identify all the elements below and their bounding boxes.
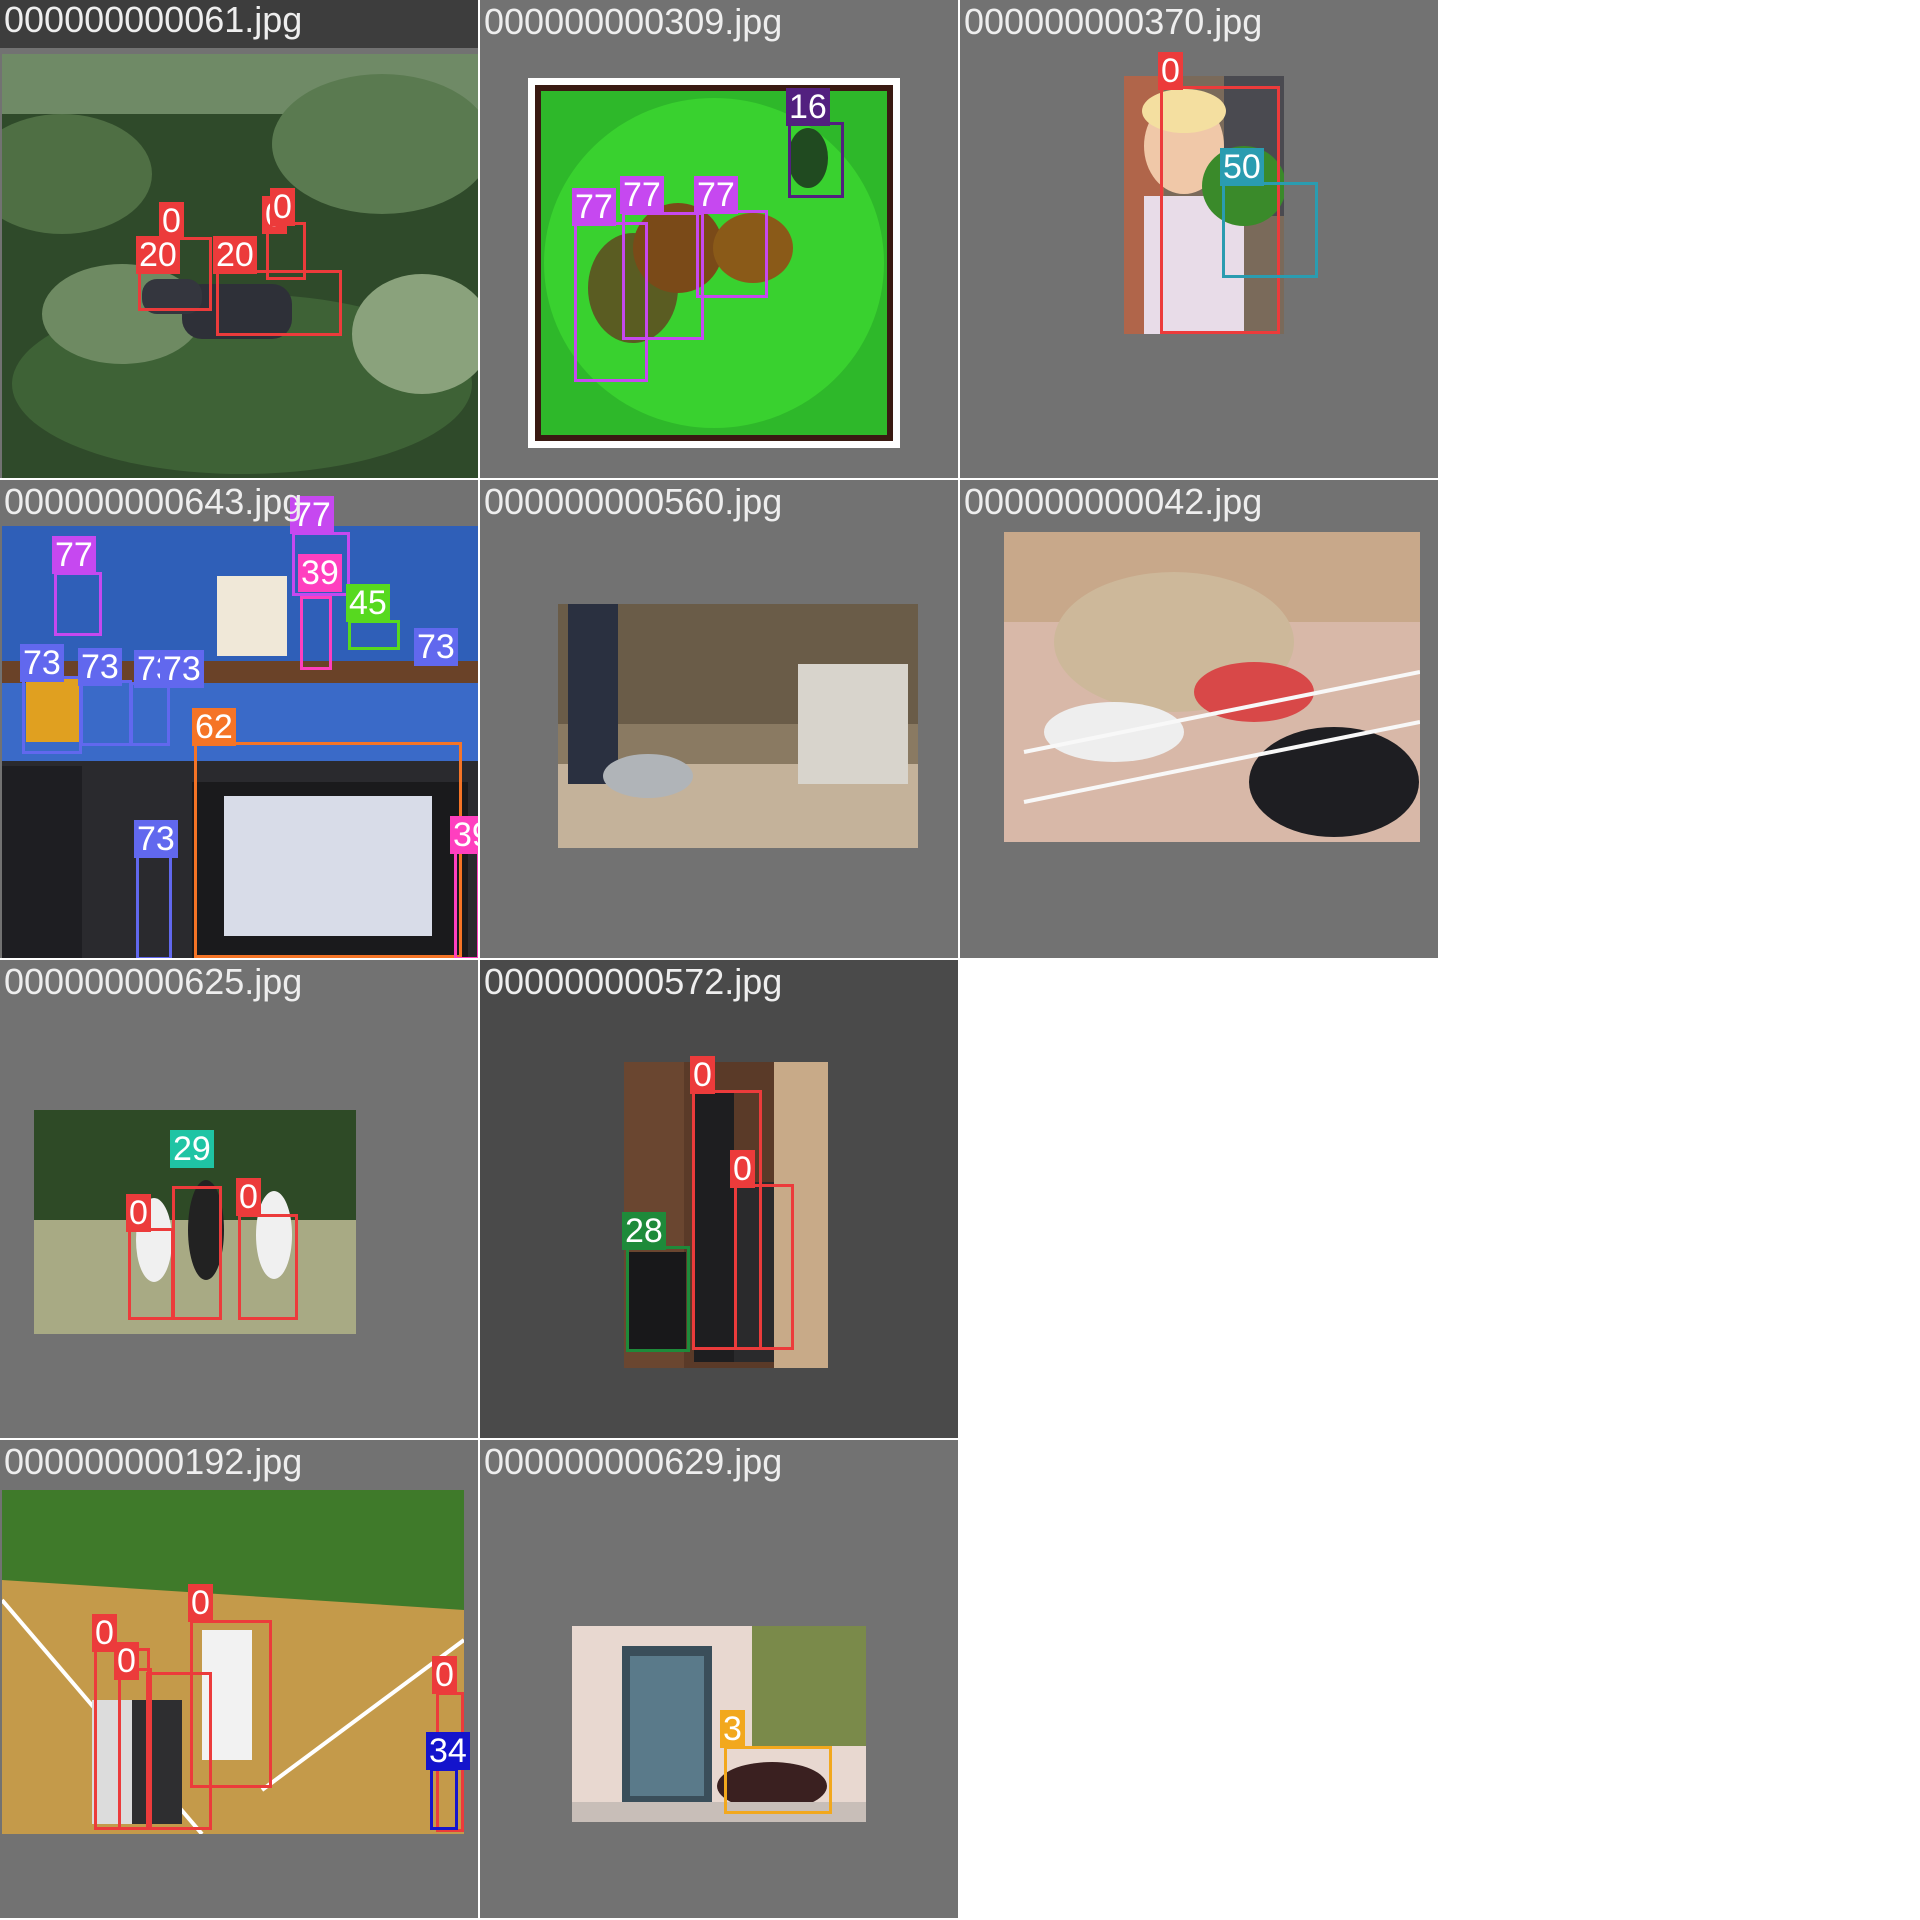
- tile-000000000625: 000000000625.jpg 0 29 0: [0, 960, 478, 1438]
- tile-000000000572: 000000000572.jpg 0 0 28: [480, 960, 958, 1438]
- bbox: [622, 212, 704, 340]
- tile-filename: 000000000309.jpg: [484, 1, 783, 42]
- class-label: 39: [298, 554, 342, 592]
- tile-filename: 000000000370.jpg: [964, 1, 1263, 42]
- tile-filename: 000000000560.jpg: [484, 481, 783, 522]
- bbox: [80, 680, 132, 746]
- class-label: 39: [450, 816, 478, 854]
- bbox: [626, 1246, 690, 1352]
- class-label: 34: [426, 1732, 470, 1770]
- class-label: 77: [620, 176, 664, 214]
- tile-filename: 000000000643.jpg: [4, 481, 303, 522]
- class-label: 73: [134, 820, 178, 858]
- class-label: 77: [572, 188, 616, 226]
- class-label: 28: [622, 1212, 666, 1250]
- bbox: [194, 742, 462, 958]
- class-label: 20: [136, 236, 180, 274]
- bbox: [190, 1620, 272, 1788]
- class-label: 16: [786, 88, 830, 126]
- class-label: 0: [188, 1584, 213, 1622]
- class-label: 3: [720, 1710, 745, 1748]
- photo: [558, 604, 918, 848]
- class-label: 73: [20, 644, 64, 682]
- bbox: [1222, 182, 1318, 278]
- tile-000000000370: 000000000370.jpg 0 50: [960, 0, 1438, 478]
- class-label: 0: [1158, 52, 1183, 90]
- class-label: 0: [690, 1056, 715, 1094]
- bbox: [788, 122, 844, 198]
- class-label: 0: [432, 1656, 457, 1694]
- class-label: 0: [114, 1642, 139, 1680]
- class-label: 77: [694, 176, 738, 214]
- bbox: [300, 596, 332, 670]
- tile-000000000192: 000000000192.jpg 0 0 0 0 34: [0, 1440, 478, 1918]
- tile-filename: 000000000192.jpg: [4, 1441, 303, 1482]
- class-label: 73: [414, 628, 458, 666]
- bbox: [128, 1228, 174, 1320]
- class-label: 0: [730, 1150, 755, 1188]
- class-label: 50: [1220, 148, 1264, 186]
- class-label: 73: [78, 648, 122, 686]
- tile-000000000643: 000000000643.jpg 77 77 39 45 73 73 73 73…: [0, 480, 478, 958]
- class-label: 0: [126, 1194, 151, 1232]
- tile-filename: 000000000042.jpg: [964, 481, 1263, 522]
- tile-000000000560: 000000000560.jpg 58 71 67 71 61: [480, 480, 958, 958]
- class-label: 62: [192, 708, 236, 746]
- class-label: 0: [236, 1178, 261, 1216]
- class-label: 77: [52, 536, 96, 574]
- class-label: 0: [159, 202, 184, 240]
- class-label: 45: [346, 584, 390, 622]
- bbox: [130, 682, 170, 746]
- class-label: 0: [270, 188, 295, 226]
- dog-shoes-photo: [1004, 532, 1420, 842]
- bbox: [734, 1184, 794, 1350]
- class-label: 73: [160, 650, 204, 688]
- bbox: [54, 572, 102, 636]
- bbox: [22, 676, 82, 754]
- tile-filename: 000000000061.jpg: [0, 0, 478, 48]
- bbox: [454, 850, 478, 958]
- tile-filename: 000000000625.jpg: [4, 961, 303, 1002]
- tile-filename: 000000000629.jpg: [484, 1441, 783, 1482]
- bbox: [430, 1768, 458, 1830]
- bathroom-photo: [558, 604, 918, 848]
- bbox: [238, 1214, 298, 1320]
- tile-000000000629: 000000000629.jpg 3: [480, 1440, 958, 1918]
- class-label: 20: [213, 236, 257, 274]
- bbox: [172, 1186, 222, 1320]
- class-label: 29: [170, 1130, 214, 1168]
- tile-000000000061: 000000000061.jpg 0 20 20 0 0: [0, 0, 478, 478]
- tile-000000000309: 000000000309.jpg 16 77 77 77: [480, 0, 958, 478]
- bbox: [348, 620, 400, 650]
- tile-filename: 000000000572.jpg: [484, 961, 783, 1002]
- tile-000000000042: 000000000042.jpg 16: [960, 480, 1438, 958]
- bbox: [136, 852, 172, 958]
- photo: [1004, 532, 1420, 842]
- bbox: [724, 1746, 832, 1814]
- bbox: [696, 210, 768, 298]
